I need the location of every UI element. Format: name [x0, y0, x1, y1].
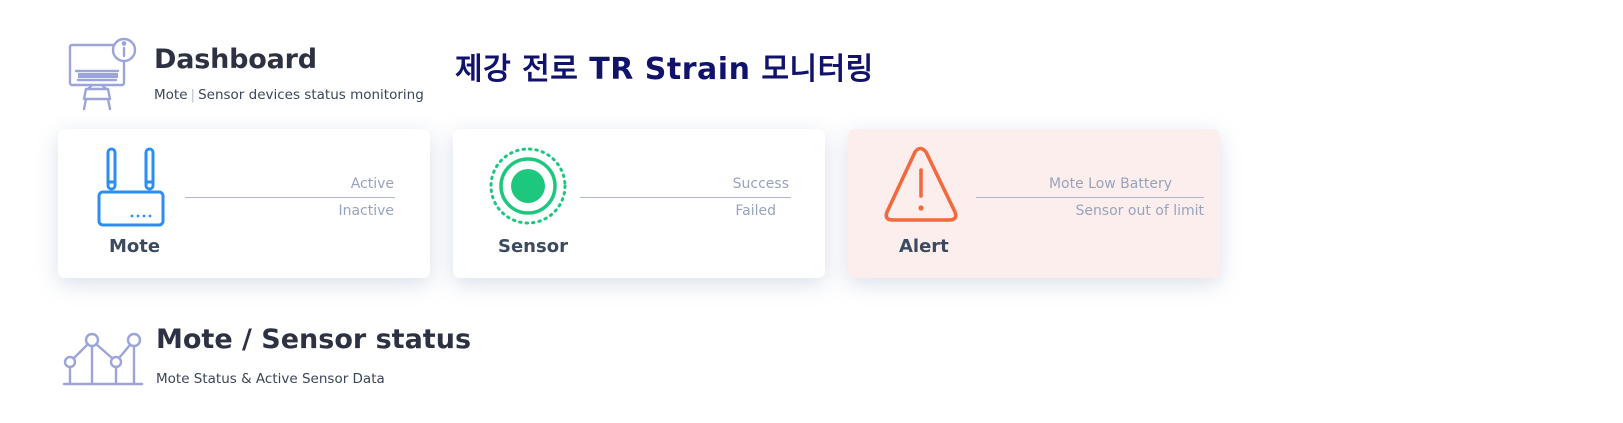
mote-inactive-label: Inactive — [338, 203, 394, 219]
subtitle-sensor-devices: Sensor devices status monitoring — [198, 87, 424, 103]
dashboard-subtitle: Mote | Sensor devices status monitoring — [154, 87, 424, 103]
sensor-out-of-limit-label: Sensor out of limit — [1075, 203, 1204, 219]
mote-active-label: Active — [350, 176, 394, 192]
alert-card[interactable]: Alert Mote Low Battery Sensor out of lim… — [848, 129, 1220, 278]
mote-card[interactable]: Mote Active Inactive — [58, 129, 430, 278]
sensor-dot-icon — [488, 146, 568, 226]
subtitle-separator: | — [190, 87, 196, 103]
status-section-title: Mote / Sensor status — [156, 324, 472, 355]
status-section-subtitle: Mote Status & Active Sensor Data — [156, 371, 385, 387]
subtitle-mote: Mote — [154, 87, 188, 103]
sensor-success-label: Success — [732, 176, 789, 192]
router-icon — [96, 146, 166, 228]
mote-card-divider — [185, 197, 395, 198]
sensor-card[interactable]: Sensor Success Failed — [453, 129, 825, 278]
sensor-card-title: Sensor — [498, 236, 568, 257]
dashboard-title: Dashboard — [154, 44, 317, 75]
sensor-card-divider — [580, 197, 791, 198]
page-title: 제강 전로 TR Strain 모니터링 — [455, 52, 874, 87]
line-chart-icon — [62, 330, 144, 388]
alert-card-title: Alert — [899, 236, 949, 257]
mote-card-title: Mote — [109, 236, 161, 257]
warning-triangle-icon — [883, 146, 959, 224]
sensor-failed-label: Failed — [735, 203, 776, 219]
mote-low-battery-label: Mote Low Battery — [1048, 176, 1172, 192]
alert-card-divider — [976, 197, 1204, 198]
dashboard-presentation-icon — [66, 36, 144, 114]
